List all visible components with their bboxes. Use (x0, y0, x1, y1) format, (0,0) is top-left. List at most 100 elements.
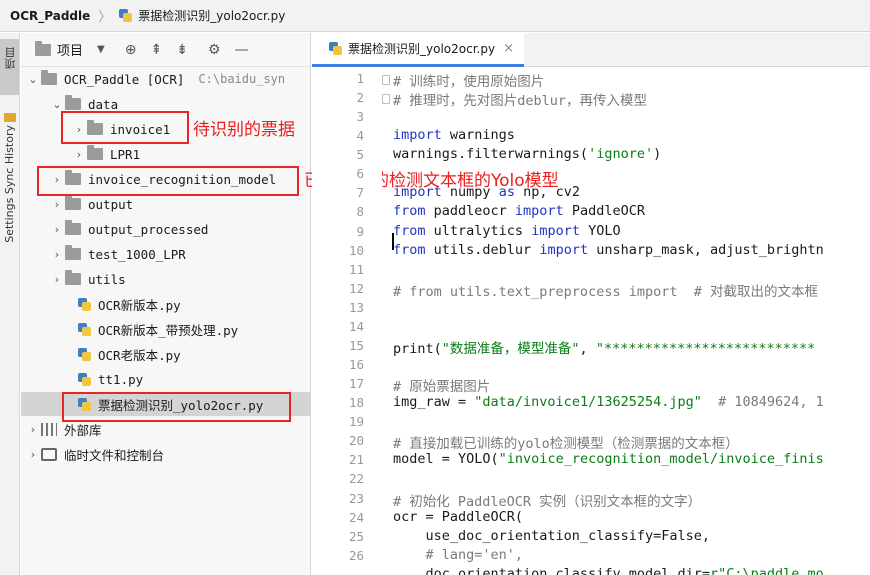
code-line[interactable]: img_raw = "data/invoice1/13625254.jpg" #… (393, 394, 824, 410)
code-line[interactable]: import numpy as np, cv2 (393, 184, 580, 200)
tree-row-project-root[interactable]: ⌄ OCR_Paddle [OCR] C:\baidu_syn (21, 67, 310, 91)
fold-marker-icon[interactable] (382, 94, 390, 105)
folder-icon (65, 195, 81, 210)
tree-row-ocr-old[interactable]: OCR老版本.py (21, 342, 310, 366)
code-line[interactable]: import warnings (393, 127, 515, 143)
python-file-icon (77, 372, 92, 387)
chevron-right-icon[interactable]: › (71, 123, 87, 136)
code-line[interactable]: from utils.deblur import unsharp_mask, a… (393, 242, 824, 258)
python-file-icon (77, 322, 92, 337)
line-number: 18 (348, 395, 364, 411)
tree-row-output[interactable]: › output (21, 192, 310, 216)
chevron-right-icon[interactable]: › (49, 248, 65, 261)
tree-label: test_1000_LPR (88, 246, 186, 262)
code-line[interactable]: from ultralytics import YOLO (393, 223, 621, 239)
tree-label: invoice1 (110, 121, 171, 137)
chevron-right-icon[interactable]: › (25, 423, 41, 436)
settings-sync-history-tab[interactable]: Settings Sync History (3, 125, 16, 243)
tree-row-utils[interactable]: › utils (21, 267, 310, 291)
tree-label: OCR_Paddle [OCR] (64, 71, 185, 87)
line-number: 24 (348, 509, 364, 525)
tool-window-strip: 项目 Settings Sync History (0, 33, 20, 575)
gear-icon[interactable]: ⚙ (208, 42, 221, 58)
tree-row-lpr1[interactable]: › LPR1 (21, 142, 310, 166)
tree-label: LPR1 (110, 146, 141, 162)
tree-row-scratches[interactable]: › 临时文件和控制台 (21, 442, 310, 466)
folder-icon (87, 145, 103, 160)
chevron-right-icon[interactable]: › (25, 448, 41, 461)
breadcrumb: OCR_Paddle 〉 票据检测识别_yolo2ocr.py (0, 0, 870, 32)
folder-icon (41, 70, 57, 85)
line-number: 21 (348, 452, 364, 468)
chevron-right-icon[interactable]: › (49, 273, 65, 286)
collapse-icon[interactable]: ⇞ (150, 42, 162, 58)
tab-yolo2ocr[interactable]: 票据检测识别_yolo2ocr.py × (312, 33, 524, 67)
tree-row-yolo2ocr[interactable]: 票据检测识别_yolo2ocr.py (21, 392, 310, 416)
code-area[interactable]: # 训练时，使用原始图片 # 推理时，先对图片deblur，再传入模型 import… (382, 68, 870, 575)
chevron-right-icon[interactable]: › (49, 223, 65, 236)
code-line[interactable]: warnings.filterwarnings('ignore') (393, 146, 661, 162)
line-number: 5 (356, 147, 364, 163)
tree-row-data[interactable]: ⌄ data (21, 92, 310, 116)
chevron-down-icon[interactable]: ⌄ (49, 98, 65, 111)
line-number: 7 (356, 185, 364, 201)
chevron-right-icon[interactable]: › (49, 173, 65, 186)
code-line[interactable]: use_doc_orientation_classify=False, (393, 528, 710, 544)
tree-row-test-1000-lpr[interactable]: › test_1000_LPR (21, 242, 310, 266)
code-line[interactable]: ocr = PaddleOCR( (393, 509, 523, 525)
project-panel-title[interactable]: 项目 (57, 40, 83, 59)
minus-icon[interactable]: — (234, 42, 248, 58)
tree-path-hint: C:\baidu_syn (198, 72, 286, 86)
tree-row-output-processed[interactable]: › output_processed (21, 217, 310, 241)
code-line[interactable]: # 直接加载已训练的yolo检测模型（检测票据的文本框） (393, 432, 739, 452)
chevron-down-icon[interactable]: ⌄ (25, 73, 41, 86)
tree-label: OCR老版本.py (98, 347, 181, 363)
python-file-icon (77, 297, 92, 312)
project-tool-tab[interactable]: 项目 (0, 39, 19, 95)
tree-row-ocr-new-preprocess[interactable]: OCR新版本_带预处理.py (21, 317, 310, 341)
fold-marker-icon[interactable] (382, 75, 390, 85)
line-number: 20 (348, 433, 364, 449)
project-folder-icon (35, 40, 51, 56)
line-number: 25 (348, 528, 364, 544)
invoice-annotation: 待识别的票据 (193, 120, 295, 140)
code-line[interactable]: model = YOLO("invoice_recognition_model/… (393, 451, 824, 467)
tree-row-external-libraries[interactable]: › 外部库 (21, 417, 310, 441)
line-number: 17 (348, 376, 364, 392)
line-number-gutter: 1 2 3 4 5 6 7 8 9 10 11 12 13 14 15 16 17 18 19 20 21 22 23 24 2… (312, 68, 382, 575)
editor-tab-bar: 票据检测识别_yolo2ocr.py × (312, 33, 870, 67)
line-number: 9 (356, 223, 364, 239)
chevron-right-icon[interactable]: › (49, 198, 65, 211)
breadcrumb-project[interactable]: OCR_Paddle (10, 9, 90, 23)
tree-label: OCR新版本.py (98, 297, 181, 313)
folder-icon (65, 245, 81, 260)
tree-row-invoice-recognition-model[interactable]: › invoice_recognition_model (21, 167, 310, 191)
line-number: 13 (348, 299, 364, 315)
chevron-down-icon[interactable]: ▼ (97, 44, 105, 55)
code-line[interactable]: # 推理时，先对图片deblur，再传入模型 (393, 89, 647, 109)
code-line[interactable]: # 原始票据图片 (393, 375, 490, 395)
code-line[interactable]: # lang='en', (393, 547, 524, 563)
tree-label: invoice_recognition_model (88, 171, 277, 187)
code-line[interactable]: # 初始化 PaddleOCR 实例（识别文本框的文字） (393, 490, 701, 510)
breadcrumb-separator: 〉 (98, 10, 112, 25)
breadcrumb-file[interactable]: 票据检测识别_yolo2ocr.py (138, 7, 285, 24)
tree-row-tt1[interactable]: tt1.py (21, 367, 310, 391)
code-line[interactable]: # from utils.text_preprocess import # 对截… (393, 280, 818, 300)
line-number: 4 (356, 128, 364, 144)
expand-icon[interactable]: ⇟ (176, 42, 188, 58)
code-line[interactable]: from paddleocr import PaddleOCR (393, 203, 645, 219)
library-icon (41, 422, 57, 436)
code-line[interactable]: print("数据准备，模型准备", "********************… (393, 337, 815, 357)
code-line[interactable]: # 训练时，使用原始图片 (393, 70, 544, 90)
chevron-right-icon[interactable]: › (71, 148, 87, 161)
project-tool-tab-label: 项目 (4, 47, 17, 69)
tree-row-ocr-new[interactable]: OCR新版本.py (21, 292, 310, 316)
line-number: 1 (356, 71, 364, 86)
close-icon[interactable]: × (503, 41, 514, 56)
tree-label: tt1.py (98, 371, 144, 387)
line-number: 14 (348, 318, 364, 334)
folder-icon (65, 270, 81, 285)
target-icon[interactable]: ⊕ (125, 42, 137, 58)
code-line[interactable]: doc_orientation_classify_model_dir=r"C:\… (393, 566, 824, 575)
